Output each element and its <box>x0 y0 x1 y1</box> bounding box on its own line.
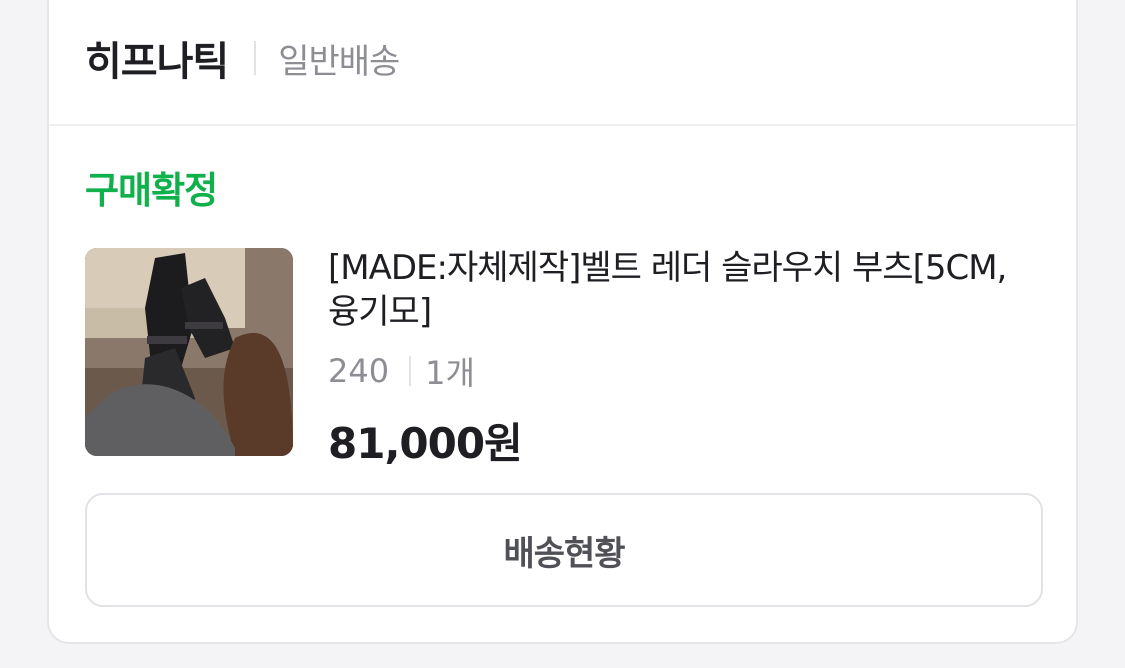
option-quantity: 1개 <box>425 354 475 392</box>
product-price: 81,000원 <box>328 419 523 468</box>
product-name[interactable]: [MADE:자체제작]벨트 레더 슬라우치 부츠[5CM,융기모] <box>328 246 1028 334</box>
seller-row: 히프나틱 일반배송 <box>85 28 400 88</box>
seller-divider <box>254 41 257 75</box>
product-options: 240 1개 <box>328 348 1028 394</box>
seller-name[interactable]: 히프나틱 <box>85 29 229 87</box>
option-divider <box>409 356 412 386</box>
product-image <box>85 248 293 456</box>
order-status: 구매확정 <box>85 169 218 212</box>
product-thumbnail[interactable] <box>85 248 293 456</box>
section-divider <box>49 124 1076 126</box>
delivery-status-button[interactable]: 배송현황 <box>85 493 1043 607</box>
option-size: 240 <box>328 352 390 390</box>
shipping-type: 일반배송 <box>278 41 400 82</box>
product-info: [MADE:자체제작]벨트 레더 슬라우치 부츠[5CM,융기모] 240 1개… <box>328 246 1028 471</box>
order-card: 히프나틱 일반배송 구매확정 [MADE:자체제작]벨트 레더 슬라우치 부츠[… <box>47 0 1078 644</box>
